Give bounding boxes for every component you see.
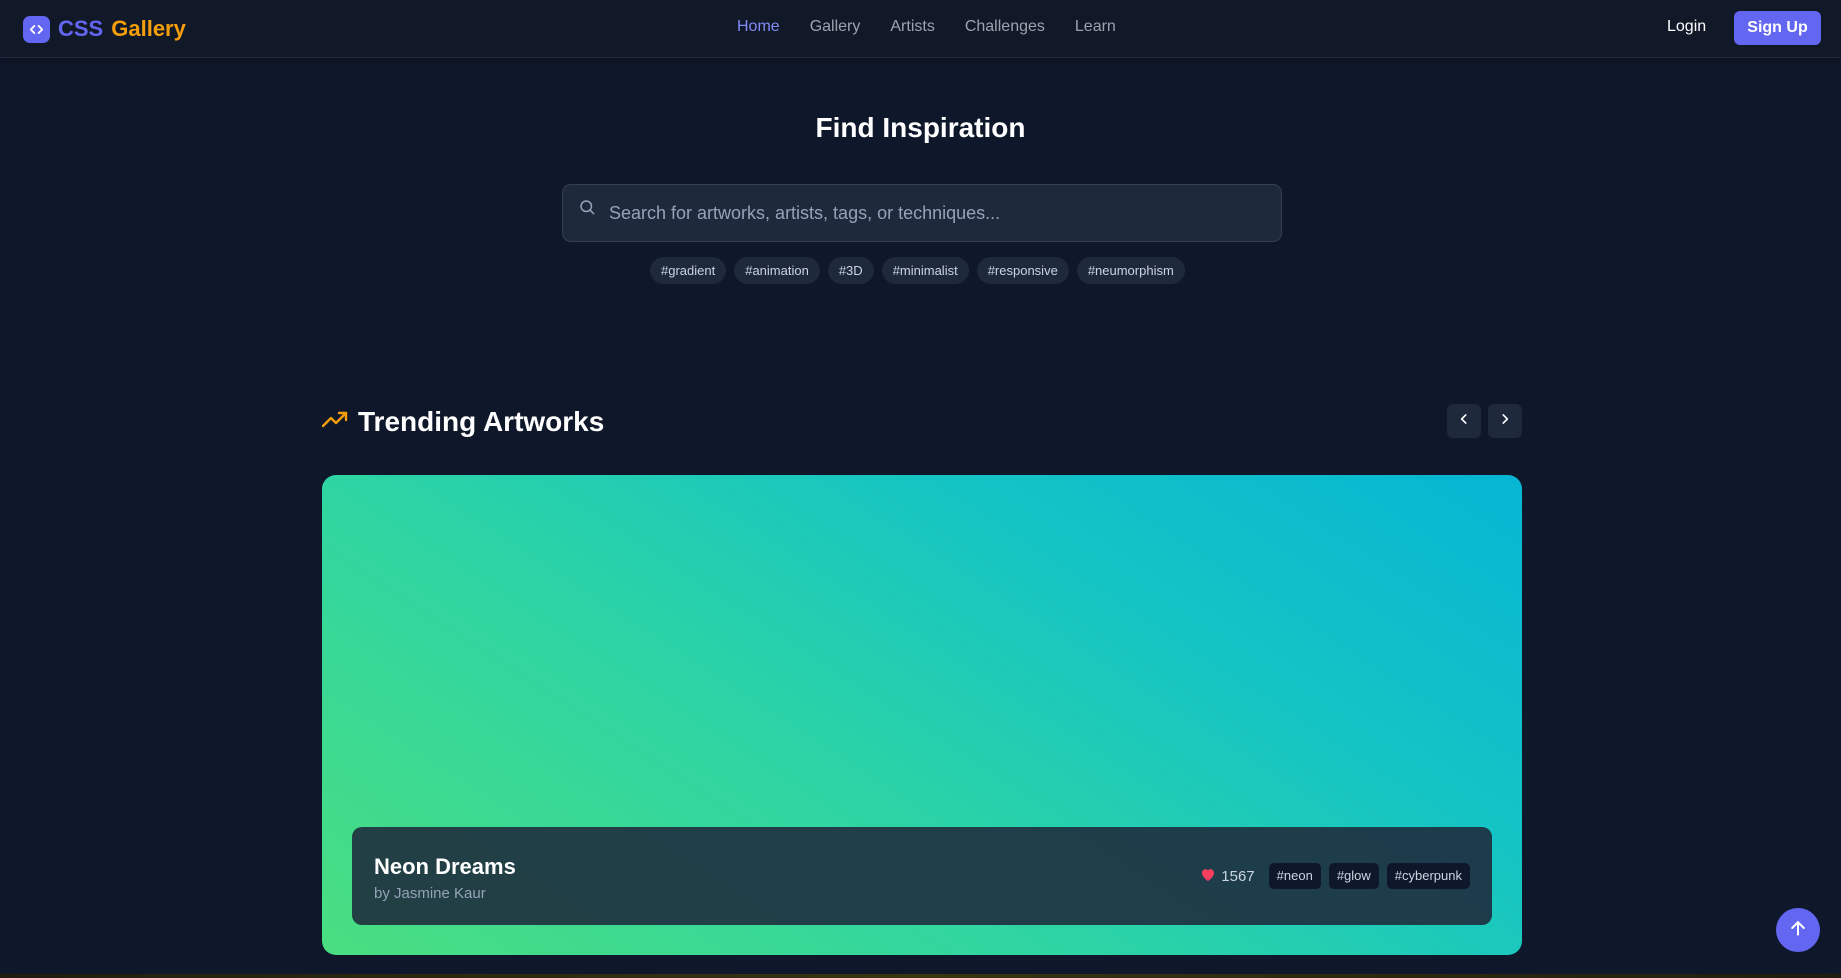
search-icon [578,198,596,221]
chevron-right-icon [1498,412,1512,431]
carousel-next-button[interactable] [1488,404,1522,438]
nav-link-learn[interactable]: Learn [1075,18,1116,36]
search-box [562,184,1282,242]
like-count: 1567 [1221,867,1255,885]
main-nav: Home Gallery Artists Challenges Learn [737,18,1116,36]
artwork-title[interactable]: Neon Dreams [374,854,516,880]
nav-link-gallery[interactable]: Gallery [810,18,861,36]
artwork-tag[interactable]: #cyberpunk [1386,863,1470,889]
nav-link-home[interactable]: Home [737,18,780,36]
artwork-card[interactable]: Neon Dreams by Jasmine Kaur 1567 #neon #… [322,475,1522,955]
bottom-edge-strip [0,974,1841,978]
top-navbar: CSS Gallery Home Gallery Artists Challen… [0,0,1841,58]
artwork-artist[interactable]: by Jasmine Kaur [374,885,486,902]
tag-chip[interactable]: #minimalist [881,257,969,284]
scroll-to-top-button[interactable] [1776,908,1820,952]
signup-button[interactable]: Sign Up [1734,11,1821,45]
brand-name-part1: CSS [58,16,104,41]
arrow-up-icon [1788,918,1808,943]
artwork-tag[interactable]: #neon [1268,863,1321,889]
artwork-info-panel: Neon Dreams by Jasmine Kaur 1567 #neon #… [352,827,1492,925]
search-input[interactable] [609,185,1269,241]
code-icon [23,15,50,43]
like-button[interactable]: 1567 [1200,867,1255,886]
tag-chip[interactable]: #neumorphism [1076,257,1185,284]
heart-icon [1200,867,1216,886]
trending-title: Trending Artworks [358,406,605,437]
nav-link-challenges[interactable]: Challenges [965,18,1045,36]
trending-up-icon [321,410,348,435]
tag-chip[interactable]: #animation [734,257,820,284]
login-button[interactable]: Login [1667,18,1706,36]
brand-logo[interactable]: CSS Gallery [23,15,186,43]
tag-chip[interactable]: #3D [827,257,874,284]
trending-header: Trending Artworks [321,404,605,440]
tag-chip[interactable]: #gradient [650,257,727,284]
nav-link-artists[interactable]: Artists [890,18,934,36]
popular-tags: #gradient #animation #3D #minimalist #re… [650,257,1185,284]
brand-name-part2: Gallery [111,16,186,41]
tag-chip[interactable]: #responsive [976,257,1069,284]
carousel-prev-button[interactable] [1447,404,1481,438]
artwork-meta: 1567 #neon #glow #cyberpunk [1200,863,1470,889]
hero-title: Find Inspiration [815,112,1026,143]
chevron-left-icon [1457,412,1471,431]
artwork-tag[interactable]: #glow [1328,863,1379,889]
